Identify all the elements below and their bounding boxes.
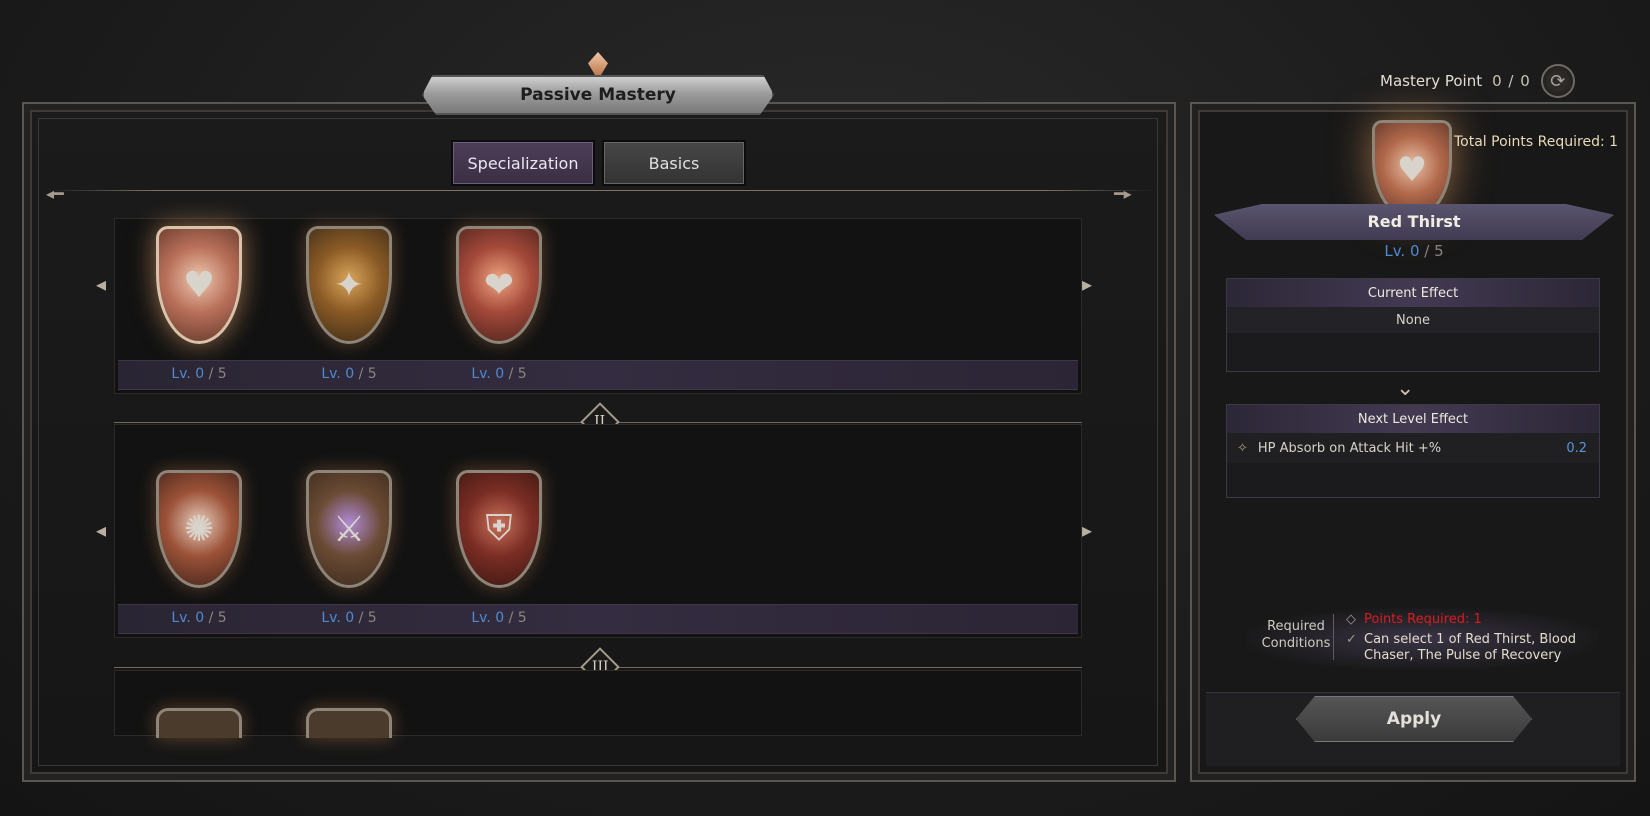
divider-left-arrow-icon: ◂━ [46, 184, 64, 203]
apply-button[interactable]: Apply [1296, 696, 1532, 742]
next-effect-box: Next Level Effect ✧ HP Absorb on Attack … [1226, 404, 1600, 498]
tier-3-skill-icon[interactable] [306, 708, 392, 738]
current-effect-box: Current Effect None [1226, 278, 1600, 372]
tier-3-row [114, 670, 1082, 736]
reset-mastery-icon[interactable]: ⟳ [1540, 64, 1575, 98]
requirement-selection: ✓ Can select 1 of Red Thirst, Blood Chas… [1346, 632, 1577, 663]
skill-level: Lv. 0 / 5 [471, 366, 527, 382]
current-effect-value: None [1227, 307, 1599, 333]
tier-1-level-bar [118, 360, 1078, 390]
checked-diamond-icon: ✓ [1346, 632, 1357, 647]
next-effect-row: ✧ HP Absorb on Attack Hit +% 0.2 [1227, 433, 1599, 463]
tier-2-level-bar [118, 604, 1078, 634]
tier-2-left-arrow-icon[interactable]: ◂ [96, 518, 106, 542]
unchecked-diamond-icon: ◇ [1346, 612, 1356, 627]
tier-3-skill-icon[interactable] [156, 708, 242, 738]
tier-1-right-arrow-icon[interactable]: ▸ [1082, 272, 1092, 296]
tab-basics[interactable]: Basics [602, 140, 746, 186]
effect-bullet-icon: ✧ [1237, 440, 1248, 456]
mastery-point-display: Mastery Point 0 / 0 ⟳ [1380, 64, 1575, 98]
mastery-point-label: Mastery Point [1380, 72, 1483, 90]
tab-specialization[interactable]: Specialization [451, 140, 595, 186]
chevron-down-icon: ⌄ [1396, 376, 1415, 401]
tier-2-right-arrow-icon[interactable]: ▸ [1082, 518, 1092, 542]
next-effect-title: Next Level Effect [1227, 405, 1599, 433]
next-effect-value: 0.2 [1566, 440, 1587, 456]
next-effect-name: HP Absorb on Attack Hit +% [1257, 440, 1442, 456]
skill-level: Lv. 0 / 5 [171, 366, 227, 382]
skill-level: Lv. 0 / 5 [471, 610, 527, 626]
skill-name: Red Thirst [1367, 212, 1461, 231]
required-conditions-separator [1333, 614, 1334, 660]
panel-title: Passive Mastery [422, 75, 774, 115]
skill-detail-level: Lv. 0 / 5 [1384, 242, 1444, 260]
mastery-point-value: 0 / 0 [1492, 72, 1531, 90]
divider-right-arrow-icon: ━▸ [1114, 184, 1132, 203]
skill-level: Lv. 0 / 5 [321, 610, 377, 626]
total-points-required: Total Points Required: 1 [1454, 134, 1619, 150]
skill-level: Lv. 0 / 5 [321, 366, 377, 382]
tab-divider [46, 190, 1154, 191]
requirement-points: ◇ Points Required: 1 [1346, 612, 1482, 627]
skill-level: Lv. 0 / 5 [171, 610, 227, 626]
required-conditions-label: Required Conditions [1261, 619, 1331, 651]
current-effect-title: Current Effect [1227, 279, 1599, 307]
tier-1-left-arrow-icon[interactable]: ◂ [96, 272, 106, 296]
